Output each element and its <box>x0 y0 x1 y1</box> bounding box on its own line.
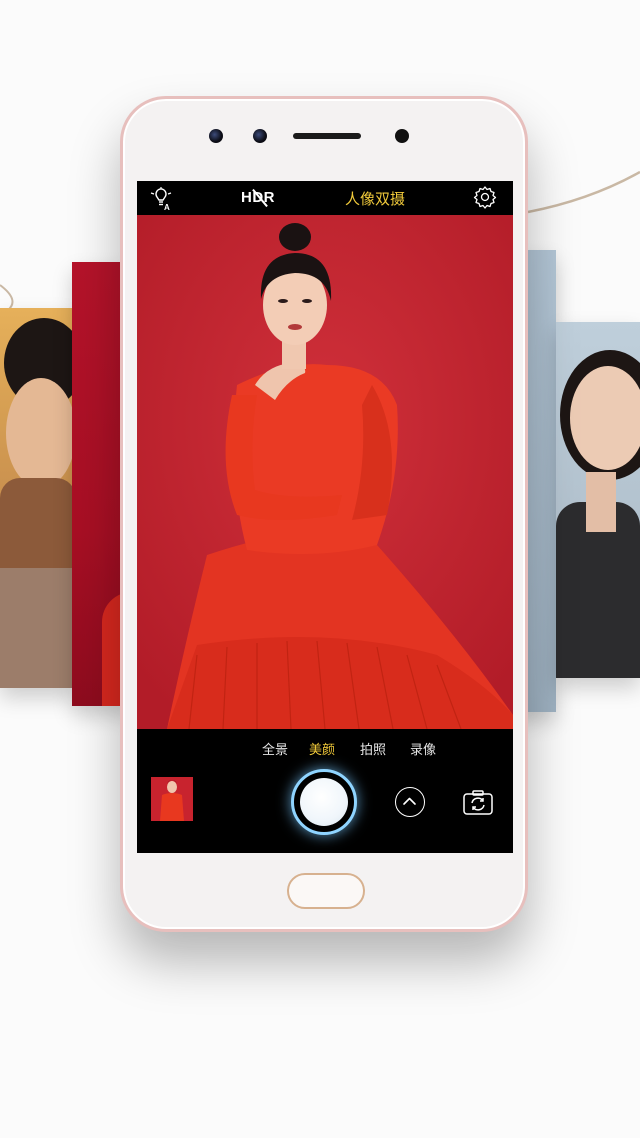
viewfinder-preview-image <box>137 215 513 729</box>
side-photo-card-right <box>556 322 640 678</box>
gallery-thumbnail[interactable] <box>151 777 193 821</box>
front-camera-lens-1 <box>209 129 223 143</box>
mode-tab-video[interactable]: 录像 <box>410 739 436 758</box>
camera-switch-icon[interactable] <box>463 789 493 819</box>
home-button[interactable] <box>287 873 365 909</box>
mode-tab-photo[interactable]: 拍照 <box>360 739 386 758</box>
bulb-auto-flash-icon[interactable]: A <box>149 187 173 211</box>
camera-mode-title[interactable]: 人像双摄 <box>345 188 405 209</box>
camera-screen: A HDR 人像双摄 <box>137 181 513 853</box>
chevron-up-icon[interactable] <box>395 787 425 817</box>
mode-tab-beauty[interactable]: 美颜 <box>309 739 335 758</box>
earpiece-speaker <box>293 133 361 139</box>
shutter-button-core <box>300 778 348 826</box>
camera-viewfinder[interactable] <box>137 215 513 729</box>
mode-tab-panorama[interactable]: 全景 <box>262 739 288 758</box>
phone-device: A HDR 人像双摄 <box>120 96 528 932</box>
svg-text:A: A <box>164 203 170 211</box>
camera-bottom-bar: 全景 美颜 拍照 录像 <box>137 729 513 853</box>
promo-stage: A HDR 人像双摄 <box>0 0 640 1138</box>
gear-icon[interactable] <box>473 185 497 213</box>
proximity-sensor <box>395 129 409 143</box>
shutter-button[interactable] <box>291 769 357 835</box>
side-photo-card-left <box>0 308 76 688</box>
camera-top-bar: A HDR 人像双摄 <box>137 181 513 215</box>
front-camera-lens-2 <box>253 129 267 143</box>
